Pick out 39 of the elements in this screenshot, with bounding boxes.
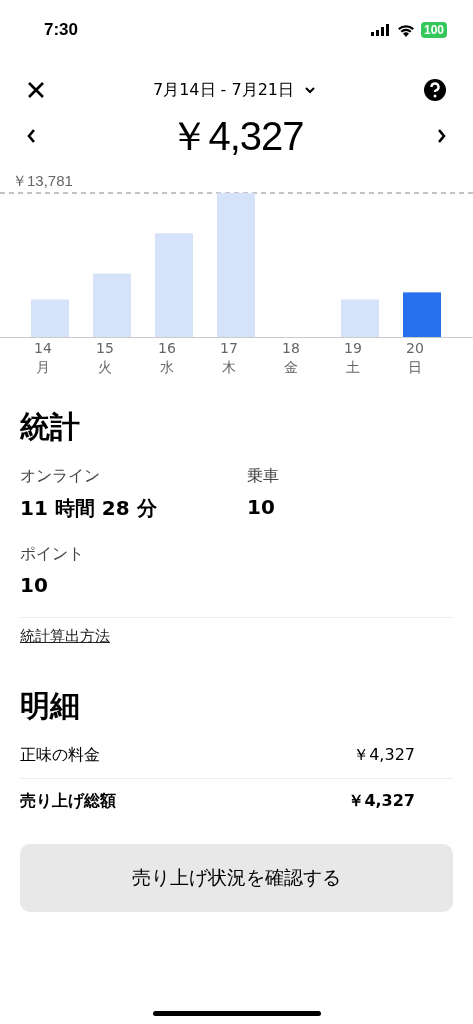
bar[interactable]: [403, 292, 441, 337]
date-range-selector[interactable]: 7月14日 - 7月21日: [153, 79, 316, 101]
stat-label: ポイント: [20, 544, 85, 565]
stat-label: 乗車: [247, 466, 280, 487]
stat-value: 10: [247, 495, 276, 519]
row-value: ￥4,327: [353, 745, 415, 766]
day-label: 19 土: [343, 339, 363, 377]
row-label: 売り上げ総額: [20, 791, 116, 812]
day-label: 20 日: [405, 339, 425, 377]
help-button[interactable]: [423, 78, 447, 102]
stat-label: オンライン: [20, 466, 101, 487]
bar[interactable]: [217, 193, 255, 337]
day-label: 15 火: [95, 339, 115, 377]
stats-method-link[interactable]: 統計算出方法: [20, 627, 110, 645]
bar[interactable]: [93, 273, 131, 337]
close-button[interactable]: [26, 80, 46, 100]
stat-value: 11 時間 28 分: [20, 495, 158, 522]
day-label: 16 水: [157, 339, 177, 377]
wifi-icon: [396, 23, 415, 37]
signal-icon: [370, 24, 391, 36]
day-label: 17 木: [219, 339, 239, 377]
total-amount: ￥4,327: [169, 112, 304, 160]
row-label: 正味の料金: [20, 745, 100, 766]
view-earnings-button[interactable]: 売り上げ状況を確認する: [20, 844, 453, 912]
bar[interactable]: [31, 299, 69, 337]
status-time: 7:30: [44, 20, 79, 40]
day-label: 18 金: [281, 339, 301, 377]
battery-level: 100: [420, 22, 447, 38]
stats-heading: 統計: [20, 408, 81, 446]
max-value-label: ￥13,781: [11, 172, 74, 191]
bar[interactable]: [341, 299, 379, 337]
bar[interactable]: [155, 233, 193, 337]
day-label: 14 月: [33, 339, 53, 377]
row-value: ￥4,327: [348, 791, 415, 812]
breakdown-heading: 明細: [20, 687, 81, 725]
stat-value: 10: [20, 573, 49, 597]
chevron-down-icon: [304, 86, 316, 94]
next-button[interactable]: [437, 128, 447, 144]
previous-button[interactable]: [26, 128, 36, 144]
